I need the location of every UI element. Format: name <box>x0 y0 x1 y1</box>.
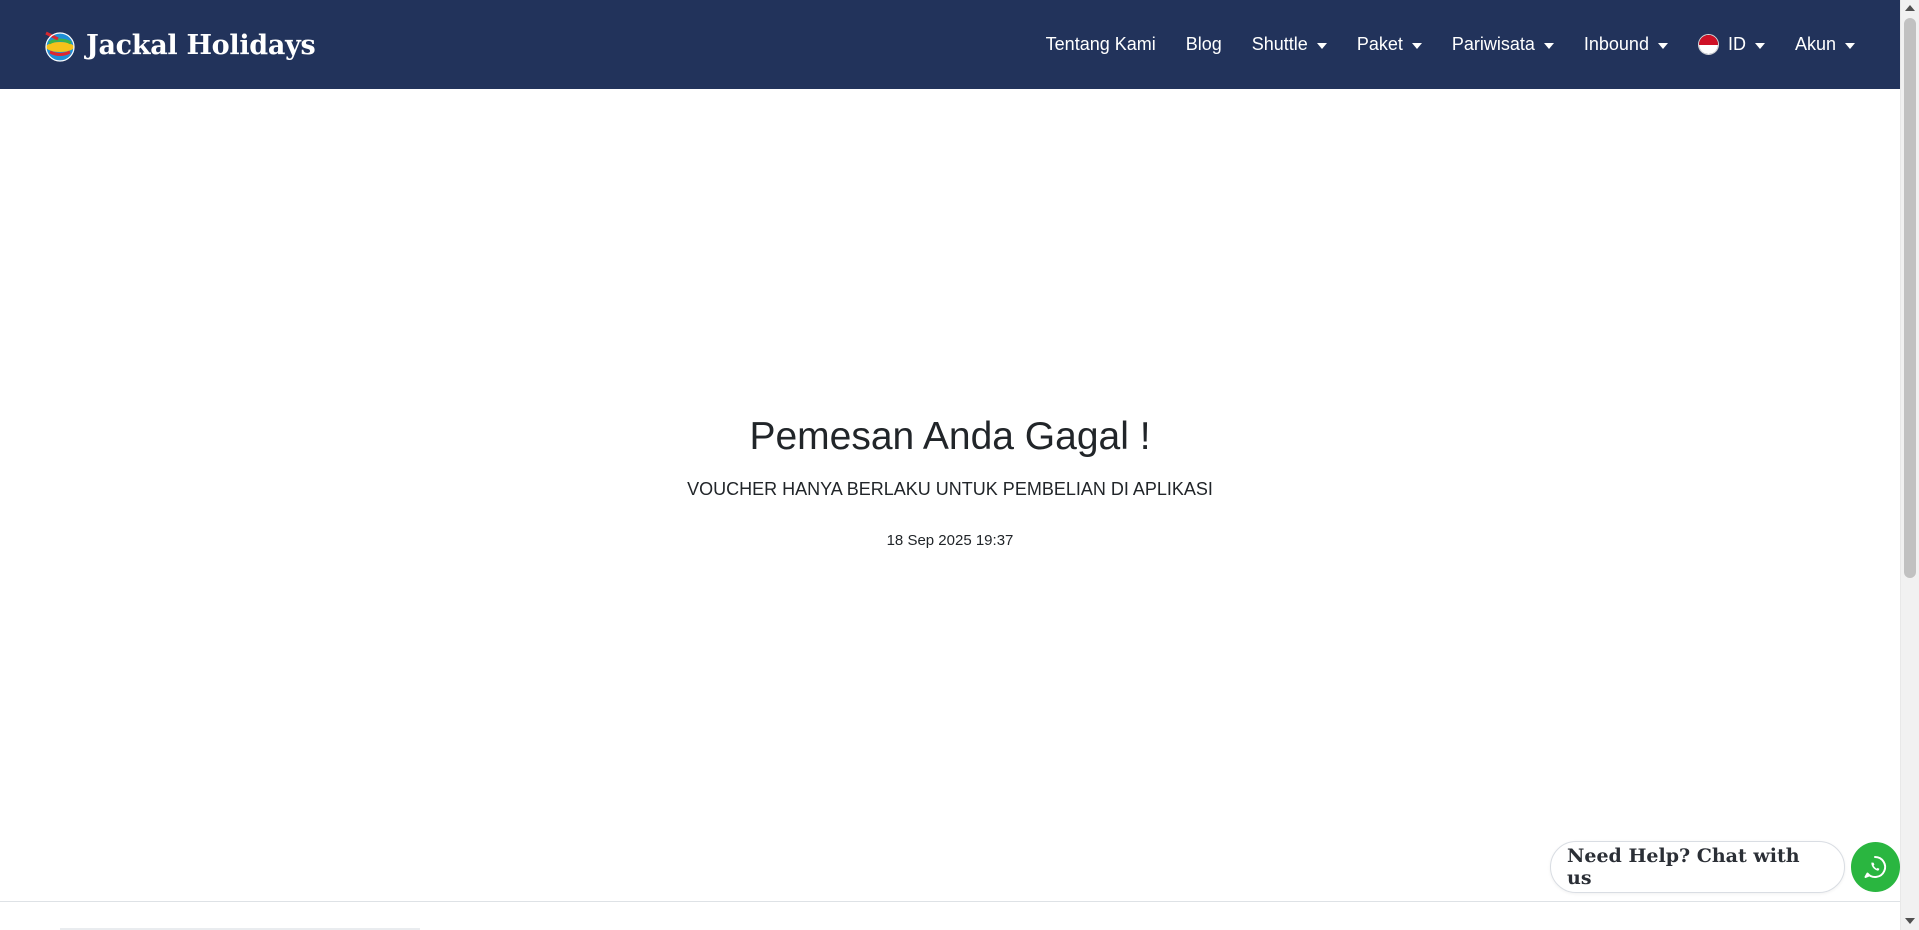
scroll-up-icon[interactable] <box>1905 5 1915 11</box>
whatsapp-button[interactable] <box>1850 842 1900 892</box>
nav-item-label: Blog <box>1185 34 1222 54</box>
caret-down-icon <box>1754 42 1765 49</box>
nav-item-label: Pariwisata <box>1451 34 1535 54</box>
nav-item-shuttle[interactable]: Shuttle <box>1252 34 1327 55</box>
nav-item-pariwisata[interactable]: Pariwisata <box>1452 34 1554 55</box>
caret-down-icon <box>1845 42 1855 49</box>
language-selector[interactable]: ID <box>1697 34 1765 55</box>
nav-item-inbound[interactable]: Inbound <box>1584 34 1668 55</box>
footer <box>0 902 1900 930</box>
globe-logo-icon <box>45 31 75 62</box>
scrollbar-thumb[interactable] <box>1904 18 1916 578</box>
scroll-down-icon[interactable] <box>1905 918 1915 924</box>
indonesia-flag-icon <box>1697 34 1719 55</box>
error-message: VOUCHER HANYA BERLAKU UNTUK PEMBELIAN DI… <box>687 479 1213 499</box>
main-nav: Tentang Kami Blog Shuttle Paket Pariwisa… <box>1016 0 1855 89</box>
page-scrollbar[interactable] <box>1900 0 1919 930</box>
page: Jackal Holidays Tentang Kami Blog Shuttl… <box>0 0 1900 930</box>
caret-down-icon <box>1543 42 1554 49</box>
booking-result: Pemesan Anda Gagal ! VOUCHER HANYA BERLA… <box>0 89 1900 901</box>
navbar: Jackal Holidays Tentang Kami Blog Shuttl… <box>0 0 1900 89</box>
caret-down-icon <box>1657 42 1668 49</box>
brand-name: Jackal Holidays <box>86 29 316 61</box>
nav-item-label: Tentang Kami <box>1045 34 1156 54</box>
nav-item-label: Akun <box>1794 34 1836 54</box>
brand-link[interactable]: Jackal Holidays <box>40 24 316 66</box>
page-title: Pemesan Anda Gagal ! <box>749 415 1151 458</box>
caret-down-icon <box>1411 42 1422 49</box>
whatsapp-icon <box>1864 855 1887 878</box>
nav-item-tentang-kami[interactable]: Tentang Kami <box>1046 34 1156 55</box>
language-label: ID <box>1727 34 1746 54</box>
help-chat-label[interactable]: Need Help? Chat with us <box>1550 841 1845 893</box>
timestamp: 18 Sep 2025 19:37 <box>886 532 1014 549</box>
help-chat-widget[interactable]: Need Help? Chat with us <box>1550 841 1900 893</box>
nav-item-akun[interactable]: Akun <box>1795 34 1855 55</box>
nav-item-label: Inbound <box>1583 34 1649 54</box>
caret-down-icon <box>1316 42 1327 49</box>
nav-item-blog[interactable]: Blog <box>1186 34 1222 55</box>
nav-item-paket[interactable]: Paket <box>1357 34 1422 55</box>
nav-item-label: Shuttle <box>1251 34 1308 54</box>
nav-item-label: Paket <box>1356 34 1403 54</box>
